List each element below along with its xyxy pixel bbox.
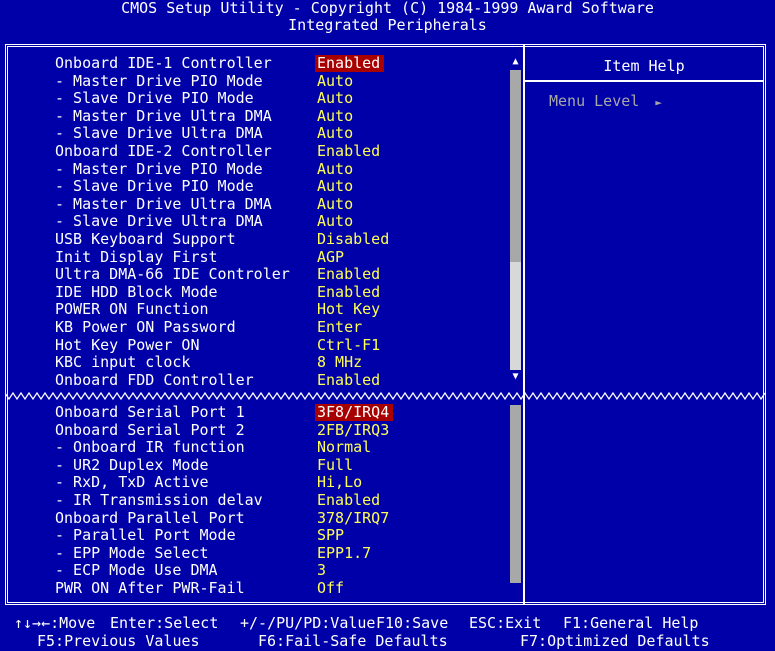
setting-value[interactable]: Enabled [317, 371, 380, 389]
setting-value[interactable]: 3 [317, 562, 326, 579]
setting-value[interactable]: Enabled [317, 266, 380, 283]
setting-label: - Slave Drive Ultra DMA [55, 212, 263, 231]
setting-value[interactable]: Full [317, 456, 353, 474]
setting-value[interactable]: Disabled [317, 230, 389, 248]
menu-level-text: Menu Level [549, 92, 640, 110]
setting-label: Onboard FDD Controller [55, 370, 254, 389]
setting-label: - Master Drive PIO Mode [55, 71, 263, 90]
setting-label: - RxD, TxD Active [55, 473, 209, 492]
setting-value[interactable]: Auto [317, 72, 353, 90]
key-select: Enter:Select [110, 614, 219, 632]
setting-label: USB Keyboard Support [55, 229, 236, 248]
key-move: ↑↓→←:Move [14, 614, 96, 632]
setting-value[interactable]: 8 MHz [317, 354, 362, 371]
key-previous-values: F5:Previous Values [37, 632, 200, 650]
title-copyright: CMOS Setup Utility - Copyright (C) 1984-… [121, 0, 654, 17]
key-help-bar: ↑↓→←:Move Enter:Select +/-/PU/PD:Value F… [0, 614, 775, 650]
page-title: Integrated Peripherals [288, 16, 487, 34]
setting-label: - Onboard IR function [55, 438, 245, 457]
item-help-title: Item Help [603, 57, 685, 75]
setting-label: KB Power ON Password [55, 317, 236, 336]
key-exit: ESC:Exit [469, 614, 542, 632]
setting-value[interactable]: 378/IRQ7 [317, 509, 389, 527]
setting-label: - Parallel Port Mode [55, 526, 236, 545]
setting-value[interactable]: Off [317, 579, 344, 597]
setting-label: - Slave Drive PIO Mode [55, 89, 254, 108]
setting-value[interactable]: EPP1.7 [317, 544, 371, 562]
setting-label: - Slave Drive Ultra DMA [55, 124, 263, 143]
setting-value[interactable]: 2FB/IRQ3 [317, 421, 389, 439]
setting-label: - Master Drive Ultra DMA [55, 106, 272, 125]
setting-value[interactable]: Auto [317, 160, 353, 178]
setting-value[interactable]: Enabled [317, 283, 380, 301]
setting-value[interactable]: Auto [317, 107, 353, 125]
setting-value[interactable]: AGP [317, 248, 344, 266]
setting-label: Onboard Serial Port 1 [55, 403, 245, 421]
setting-label: - Master Drive PIO Mode [55, 159, 263, 178]
scrollbar-bottom[interactable] [510, 405, 521, 583]
setting-value[interactable]: Ctrl-F1 [317, 336, 380, 354]
setting-value[interactable]: SPP [317, 527, 344, 544]
setting-label: Ultra DMA-66 IDE Controler [55, 265, 290, 284]
triangle-right-icon: ► [655, 96, 662, 109]
setting-label: - Slave Drive PIO Mode [55, 177, 254, 196]
scrollbar-thumb[interactable] [510, 262, 521, 370]
setting-value[interactable]: Hi,Lo [317, 474, 362, 491]
help-divider [525, 80, 763, 82]
setting-label: Hot Key Power ON [55, 335, 200, 354]
key-failsafe-defaults: F6:Fail-Safe Defaults [258, 632, 448, 650]
menu-level-label: Menu Level ► [549, 92, 662, 110]
setting-value[interactable]: Hot Key [317, 301, 380, 318]
key-general-help: F1:General Help [563, 614, 699, 632]
setting-label: Onboard Serial Port 2 [55, 420, 245, 439]
setting-value[interactable]: Normal [317, 439, 371, 456]
setting-value[interactable]: Auto [317, 213, 353, 230]
setting-value[interactable]: Auto [317, 125, 353, 142]
setting-value[interactable]: Enabled [317, 491, 380, 509]
setting-value[interactable]: Enabled [317, 142, 380, 160]
setting-label: - IR Transmission delav [55, 490, 263, 509]
setting-value[interactable]: Auto [317, 90, 353, 107]
setting-label: PWR ON After PWR-Fail [55, 578, 245, 597]
setting-value[interactable]: Auto [317, 178, 353, 195]
setting-label: - EPP Mode Select [55, 543, 209, 562]
setting-label: KBC input clock [55, 353, 191, 372]
key-optimized-defaults: F7:Optimized Defaults [520, 632, 710, 650]
setting-value[interactable]: Enabled [315, 55, 385, 72]
setting-label: POWER ON Function [55, 300, 209, 319]
scrollbar-top[interactable] [510, 70, 521, 370]
setting-value[interactable]: Auto [317, 195, 353, 213]
key-value: +/-/PU/PD:Value [240, 614, 376, 632]
setting-label: - ECP Mode Use DMA [55, 561, 218, 580]
setting-value[interactable]: 3F8/IRQ4 [315, 404, 394, 421]
panel-divider [523, 44, 525, 605]
section-break-wave [5, 391, 766, 401]
title-bar: CMOS Setup Utility - Copyright (C) 1984-… [0, 0, 775, 38]
setting-label: Init Display First [55, 247, 218, 266]
scroll-down-icon[interactable]: ▼ [510, 372, 521, 382]
setting-label: Onboard IDE-2 Controller [55, 141, 272, 160]
scroll-up-icon[interactable]: ▲ [510, 57, 521, 67]
setting-label: - Master Drive Ultra DMA [55, 194, 272, 213]
setting-label: Onboard IDE-1 Controller [55, 54, 272, 72]
setting-label: Onboard Parallel Port [55, 508, 245, 527]
setting-label: - UR2 Duplex Mode [55, 455, 209, 474]
key-save: F10:Save [376, 614, 449, 632]
setting-value[interactable]: Enter [317, 318, 362, 336]
setting-label: IDE HDD Block Mode [55, 282, 218, 301]
